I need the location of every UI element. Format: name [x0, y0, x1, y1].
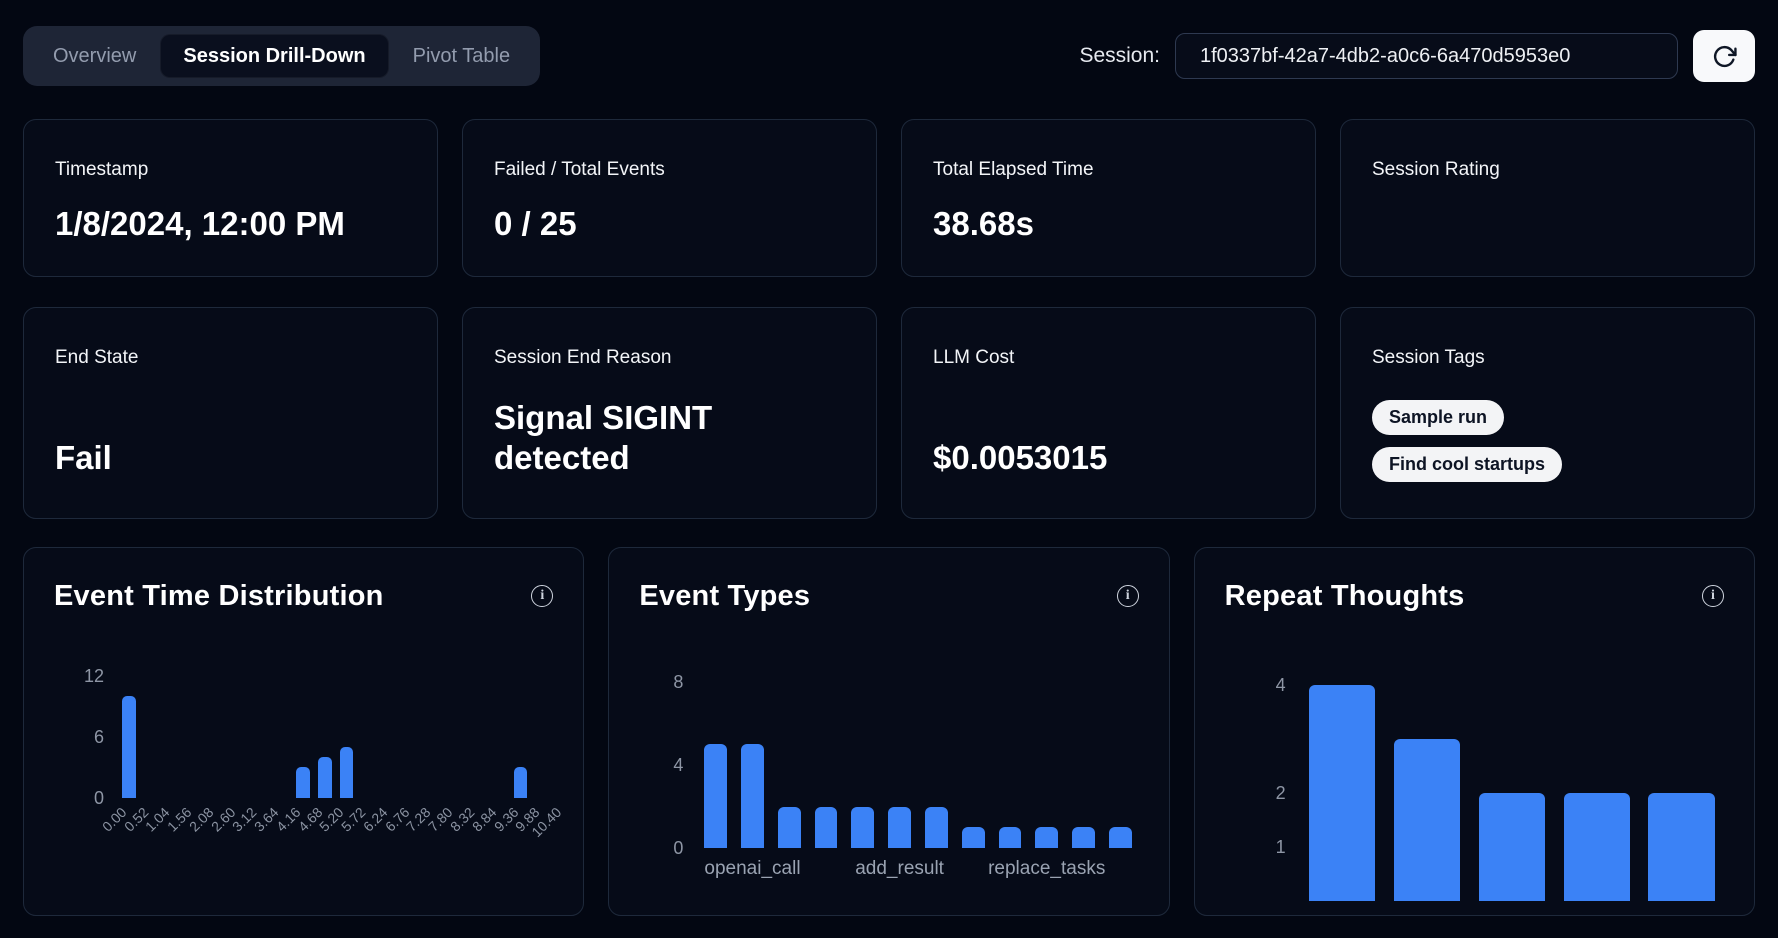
stats-grid: Timestamp 1/8/2024, 12:00 PM Failed / To…	[23, 119, 1755, 519]
y-axis-tick-label: 8	[673, 672, 683, 692]
stat-value: Fail	[55, 438, 112, 484]
stat-value: 38.68s	[933, 204, 1034, 244]
bar	[741, 744, 764, 848]
bar	[778, 807, 801, 849]
stat-title: Session Rating	[1372, 158, 1500, 182]
info-icon[interactable]	[531, 585, 553, 607]
y-axis-tick-label: 12	[84, 666, 104, 686]
stat-value: $0.0053015	[933, 438, 1107, 484]
bar	[1564, 793, 1630, 901]
charts-grid: Event Time Distribution 06120.000.521.04…	[23, 547, 1755, 916]
bar	[340, 747, 353, 798]
stat-card-session-tags: Session Tags Sample run Find cool startu…	[1340, 307, 1755, 519]
y-axis-tick-label: 4	[673, 755, 683, 775]
bar	[1479, 793, 1545, 901]
chart-card-event-time-distribution: Event Time Distribution 06120.000.521.04…	[23, 547, 584, 916]
bar	[514, 767, 527, 798]
bar	[296, 767, 309, 798]
y-axis-tick-label: 0	[673, 838, 683, 858]
y-axis-tick-label: 6	[94, 727, 104, 747]
session-controls: Session:	[1079, 30, 1755, 82]
chart-card-repeat-thoughts: Repeat Thoughts 1 2 4	[1194, 547, 1755, 916]
stat-card-total-elapsed-time: Total Elapsed Time 38.68s	[901, 119, 1316, 277]
x-axis-tick-label: replace_tasks	[988, 858, 1105, 880]
y-axis-tick-label: 4	[1276, 675, 1286, 695]
chart-title: Repeat Thoughts	[1225, 580, 1465, 613]
stat-title: LLM Cost	[933, 346, 1014, 370]
stat-card-failed-total-events: Failed / Total Events 0 / 25	[462, 119, 877, 277]
stat-title: Timestamp	[55, 158, 148, 182]
bar	[1072, 827, 1095, 848]
stat-value: 0 / 25	[494, 204, 577, 244]
rotate-cw-icon	[1712, 44, 1737, 69]
stat-card-timestamp: Timestamp 1/8/2024, 12:00 PM	[23, 119, 438, 277]
x-axis-tick-label: add_result	[855, 858, 944, 880]
y-axis-tick-label: 1	[1276, 837, 1286, 857]
bar	[1109, 827, 1132, 848]
stat-title: Session Tags	[1372, 346, 1485, 370]
bar	[1394, 739, 1460, 901]
bar	[851, 807, 874, 849]
stat-card-end-state: End State Fail	[23, 307, 438, 519]
repeat-thoughts-bar-chart: 1 2 4	[1225, 669, 1724, 901]
header: Overview Session Drill-Down Pivot Table …	[23, 26, 1755, 86]
stat-title: Session End Reason	[494, 346, 671, 370]
event-types-bar-chart: 0 4 8 openai_call add_result replace_tasks	[639, 667, 1138, 888]
chart-card-event-types: Event Types 0 4 8 openai_call add_result repl…	[608, 547, 1169, 916]
stat-value: Signal SIGINT detected	[494, 398, 774, 485]
info-icon[interactable]	[1702, 585, 1724, 607]
bar	[122, 696, 135, 798]
bar	[888, 807, 911, 849]
session-tag-badge: Find cool startups	[1372, 447, 1562, 482]
bar	[318, 757, 331, 798]
event-time-distribution-bar-chart: 06120.000.521.041.562.082.603.123.644.16…	[54, 663, 553, 864]
session-tag-badge: Sample run	[1372, 400, 1504, 435]
session-tag-list: Sample run Find cool startups	[1372, 400, 1562, 484]
bar	[1309, 685, 1375, 901]
x-axis-tick-label: openai_call	[704, 858, 800, 880]
stat-value: 1/8/2024, 12:00 PM	[55, 204, 345, 244]
bar	[1648, 793, 1714, 901]
bar	[704, 744, 727, 848]
stat-title: Failed / Total Events	[494, 158, 665, 182]
stat-title: Total Elapsed Time	[933, 158, 1094, 182]
refresh-button[interactable]	[1693, 30, 1755, 82]
bar	[962, 827, 985, 848]
tab-pivot-table[interactable]: Pivot Table	[391, 34, 532, 78]
stat-card-session-rating: Session Rating	[1340, 119, 1755, 277]
y-axis-tick-label: 2	[1276, 783, 1286, 803]
session-label: Session:	[1079, 44, 1160, 68]
info-icon[interactable]	[1117, 585, 1139, 607]
bar	[999, 827, 1022, 848]
tab-overview[interactable]: Overview	[31, 34, 158, 78]
y-axis-tick-label: 0	[94, 788, 104, 808]
stat-card-llm-cost: LLM Cost $0.0053015	[901, 307, 1316, 519]
bar	[815, 807, 838, 849]
stat-card-session-end-reason: Session End Reason Signal SIGINT detecte…	[462, 307, 877, 519]
chart-title: Event Time Distribution	[54, 580, 384, 613]
bar	[1035, 827, 1058, 848]
stat-title: End State	[55, 346, 138, 370]
chart-title: Event Types	[639, 580, 810, 613]
tab-session-drill-down[interactable]: Session Drill-Down	[160, 34, 388, 78]
session-id-input[interactable]	[1175, 33, 1678, 79]
tab-bar: Overview Session Drill-Down Pivot Table	[23, 26, 540, 86]
bar	[925, 807, 948, 849]
